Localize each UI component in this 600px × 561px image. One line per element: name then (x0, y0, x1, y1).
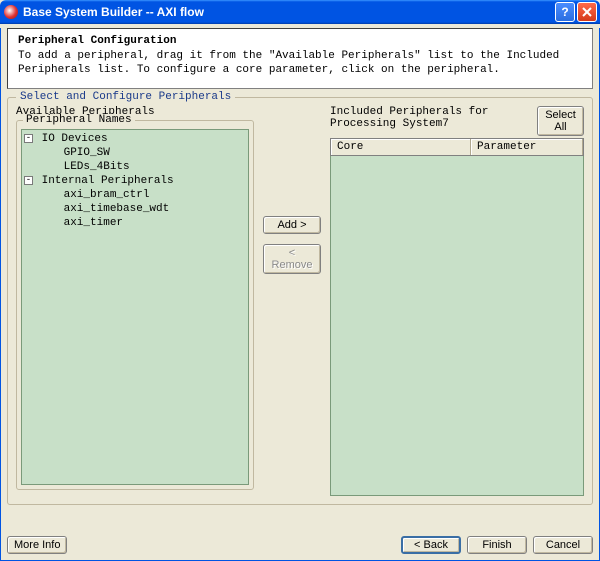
header-box: Peripheral Configuration To add a periph… (7, 28, 593, 89)
tree-node-gpio-sw[interactable]: GPIO_SW (24, 146, 246, 160)
finish-button[interactable]: Finish (467, 536, 527, 554)
cancel-button[interactable]: Cancel (533, 536, 593, 554)
transfer-buttons: Add > < Remove (262, 106, 322, 496)
add-button[interactable]: Add > (263, 216, 321, 234)
collapse-icon[interactable]: - (24, 134, 33, 143)
tree-node-leds-4bits[interactable]: LEDs_4Bits (24, 160, 246, 174)
included-table-header: Core Parameter (330, 138, 584, 156)
included-list[interactable] (330, 156, 584, 496)
group-legend: Select and Configure Peripherals (16, 91, 235, 103)
tree-label: axi_bram_ctrl (64, 189, 150, 201)
tree-node-axi-timebase-wdt[interactable]: axi_timebase_wdt (24, 202, 246, 216)
available-column: Available Peripherals Peripheral Names -… (16, 106, 254, 496)
page-title: Peripheral Configuration (18, 35, 582, 47)
tree-label: Internal Peripherals (42, 175, 174, 187)
available-tree[interactable]: - IO Devices GPIO_SW LEDs_4Bits - Intern… (21, 129, 249, 485)
two-column-layout: Available Peripherals Peripheral Names -… (16, 106, 584, 496)
remove-button[interactable]: < Remove (263, 244, 321, 274)
peripheral-names-group: Peripheral Names - IO Devices GPIO_SW LE… (16, 120, 254, 490)
tree-node-internal[interactable]: - Internal Peripherals (24, 174, 246, 188)
page-description: To add a peripheral, drag it from the "A… (18, 49, 582, 78)
collapse-icon[interactable]: - (24, 176, 33, 185)
footer-bar: More Info < Back Finish Cancel (7, 536, 593, 554)
peripheral-names-legend: Peripheral Names (23, 114, 135, 126)
tree-node-io-devices[interactable]: - IO Devices (24, 132, 246, 146)
tree-node-axi-bram-ctrl[interactable]: axi_bram_ctrl (24, 188, 246, 202)
window-title: Base System Builder -- AXI flow (23, 5, 553, 19)
included-header-row: Included Peripherals for Processing Syst… (330, 106, 584, 136)
tree-node-axi-timer[interactable]: axi_timer (24, 216, 246, 230)
tree-label: GPIO_SW (64, 147, 110, 159)
more-info-button[interactable]: More Info (7, 536, 67, 554)
title-bar: Base System Builder -- AXI flow ? (0, 0, 600, 24)
tree-label: axi_timebase_wdt (64, 203, 170, 215)
client-area: Peripheral Configuration To add a periph… (0, 28, 600, 561)
column-parameter[interactable]: Parameter (471, 139, 583, 155)
column-core[interactable]: Core (331, 139, 471, 155)
close-icon (582, 7, 592, 17)
included-column: Included Peripherals for Processing Syst… (330, 106, 584, 496)
app-icon (4, 5, 18, 19)
tree-label: LEDs_4Bits (64, 161, 130, 173)
tree-label: IO Devices (42, 133, 108, 145)
included-label: Included Peripherals for Processing Syst… (330, 106, 537, 130)
help-button[interactable]: ? (555, 2, 575, 22)
back-button[interactable]: < Back (401, 536, 461, 554)
peripherals-group: Select and Configure Peripherals Availab… (7, 97, 593, 505)
tree-label: axi_timer (64, 217, 123, 229)
footer-right: < Back Finish Cancel (401, 536, 593, 554)
select-all-button[interactable]: Select All (537, 106, 584, 136)
close-button[interactable] (577, 2, 597, 22)
